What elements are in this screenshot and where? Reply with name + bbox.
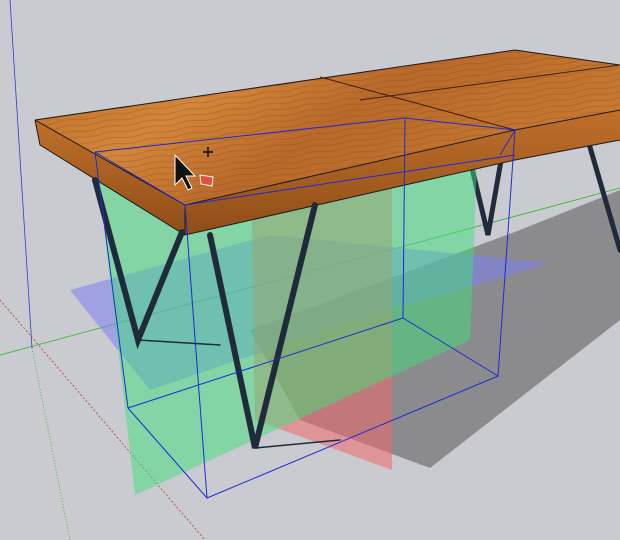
red-face-indicator-icon bbox=[199, 174, 214, 187]
green-axis-dotted bbox=[31, 347, 71, 540]
blue-axis bbox=[9, 0, 33, 349]
modeling-viewport[interactable]: select-cursor-icon bbox=[0, 0, 620, 540]
3d-scene[interactable] bbox=[0, 0, 620, 540]
